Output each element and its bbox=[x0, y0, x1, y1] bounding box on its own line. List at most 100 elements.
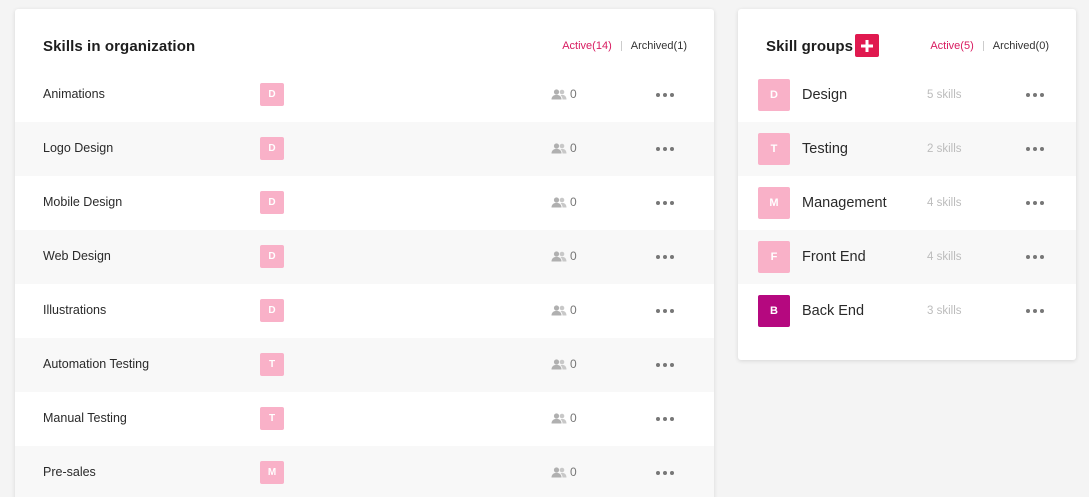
skill-group-row[interactable]: B Back End 3 skills bbox=[738, 284, 1076, 338]
members-count: 0 bbox=[551, 195, 577, 209]
users-icon bbox=[551, 466, 567, 477]
skill-group-badge: F bbox=[758, 241, 790, 273]
skills-card: Skills in organization Active(14) Archiv… bbox=[15, 9, 714, 497]
dot bbox=[1026, 309, 1030, 313]
members-count-value: 0 bbox=[570, 249, 577, 263]
members-count: 0 bbox=[551, 303, 577, 317]
dot bbox=[670, 471, 674, 475]
more-options-icon[interactable] bbox=[1022, 197, 1048, 209]
dot bbox=[663, 309, 667, 313]
skill-row[interactable]: Automation Testing T 0 bbox=[15, 338, 714, 392]
more-options-icon[interactable] bbox=[652, 197, 678, 209]
dot bbox=[1040, 147, 1044, 151]
dot bbox=[1040, 309, 1044, 313]
more-options-icon[interactable] bbox=[652, 305, 678, 317]
members-count-value: 0 bbox=[570, 303, 577, 317]
dot bbox=[1026, 201, 1030, 205]
skill-row[interactable]: Logo Design D 0 bbox=[15, 122, 714, 176]
skills-active-filter[interactable]: Active(14) bbox=[562, 40, 612, 52]
skill-group-row[interactable]: D Design 5 skills bbox=[738, 68, 1076, 122]
skill-name: Animations bbox=[43, 87, 105, 101]
members-count: 0 bbox=[551, 465, 577, 479]
dot bbox=[1033, 93, 1037, 97]
members-count: 0 bbox=[551, 357, 577, 371]
skill-name: Pre-sales bbox=[43, 465, 96, 479]
skills-archived-filter[interactable]: Archived(1) bbox=[631, 40, 687, 52]
members-count-value: 0 bbox=[570, 357, 577, 371]
dot bbox=[1033, 255, 1037, 259]
dot bbox=[1033, 309, 1037, 313]
more-options-icon[interactable] bbox=[652, 359, 678, 371]
more-options-icon[interactable] bbox=[652, 251, 678, 263]
groups-archived-filter[interactable]: Archived(0) bbox=[993, 40, 1049, 52]
skill-group-row[interactable]: F Front End 4 skills bbox=[738, 230, 1076, 284]
groups-status-filter: Active(5) Archived(0) bbox=[930, 40, 1049, 52]
more-options-icon[interactable] bbox=[652, 143, 678, 155]
dot bbox=[670, 363, 674, 367]
members-count-value: 0 bbox=[570, 411, 577, 425]
skill-row[interactable]: Mobile Design D 0 bbox=[15, 176, 714, 230]
groups-active-filter[interactable]: Active(5) bbox=[930, 40, 973, 52]
dot bbox=[656, 201, 660, 205]
dot bbox=[670, 417, 674, 421]
skill-group-row[interactable]: T Testing 2 skills bbox=[738, 122, 1076, 176]
skill-group-name: Design bbox=[802, 87, 848, 103]
filter-divider bbox=[982, 41, 984, 51]
dot bbox=[1040, 255, 1044, 259]
add-skill-group-button[interactable] bbox=[855, 34, 879, 57]
skill-group-badge: D bbox=[260, 137, 284, 160]
skill-row[interactable]: Web Design D 0 bbox=[15, 230, 714, 284]
skill-groups-card-title: Skill groups bbox=[766, 38, 854, 55]
skill-name: Manual Testing bbox=[43, 411, 127, 425]
members-count: 0 bbox=[551, 141, 577, 155]
dot bbox=[663, 147, 667, 151]
skill-group-row[interactable]: M Management 4 skills bbox=[738, 176, 1076, 230]
more-options-icon[interactable] bbox=[1022, 89, 1048, 101]
dot bbox=[656, 309, 660, 313]
skills-card-header: Skills in organization Active(14) Archiv… bbox=[15, 9, 714, 77]
more-options-icon[interactable] bbox=[652, 89, 678, 101]
dot bbox=[670, 147, 674, 151]
members-count: 0 bbox=[551, 87, 577, 101]
members-count-value: 0 bbox=[570, 195, 577, 209]
skills-list: Animations D 0 Logo Design D 0 Mobile Design D 0… bbox=[15, 68, 714, 497]
skill-group-badge: D bbox=[260, 191, 284, 214]
dot bbox=[656, 363, 660, 367]
skill-group-count: 3 skills bbox=[927, 305, 962, 317]
skill-group-badge: D bbox=[260, 245, 284, 268]
more-options-icon[interactable] bbox=[652, 413, 678, 425]
skill-group-badge: D bbox=[260, 83, 284, 106]
users-icon bbox=[551, 196, 567, 207]
skill-group-badge: M bbox=[758, 187, 790, 219]
dot bbox=[656, 417, 660, 421]
dot bbox=[670, 93, 674, 97]
filter-divider bbox=[620, 41, 622, 51]
skill-row[interactable]: Pre-sales M 0 bbox=[15, 446, 714, 497]
more-options-icon[interactable] bbox=[1022, 305, 1048, 317]
dot bbox=[663, 363, 667, 367]
skill-row[interactable]: Illustrations D 0 bbox=[15, 284, 714, 338]
skill-group-count: 4 skills bbox=[927, 251, 962, 263]
more-options-icon[interactable] bbox=[1022, 251, 1048, 263]
skill-group-badge: B bbox=[758, 295, 790, 327]
skill-group-name: Testing bbox=[802, 141, 848, 157]
skill-name: Web Design bbox=[43, 249, 111, 263]
dot bbox=[1033, 201, 1037, 205]
dot bbox=[663, 471, 667, 475]
members-count-value: 0 bbox=[570, 465, 577, 479]
dot bbox=[670, 309, 674, 313]
more-options-icon[interactable] bbox=[652, 467, 678, 479]
skill-group-name: Front End bbox=[802, 249, 866, 265]
dot bbox=[1026, 255, 1030, 259]
skill-group-badge: T bbox=[260, 353, 284, 376]
skill-row[interactable]: Animations D 0 bbox=[15, 68, 714, 122]
skill-name: Logo Design bbox=[43, 141, 114, 155]
skill-row[interactable]: Manual Testing T 0 bbox=[15, 392, 714, 446]
dot bbox=[663, 417, 667, 421]
skills-card-title: Skills in organization bbox=[43, 38, 196, 55]
dot bbox=[670, 201, 674, 205]
users-icon bbox=[551, 412, 567, 423]
skill-group-count: 4 skills bbox=[927, 197, 962, 209]
dot bbox=[663, 201, 667, 205]
more-options-icon[interactable] bbox=[1022, 143, 1048, 155]
